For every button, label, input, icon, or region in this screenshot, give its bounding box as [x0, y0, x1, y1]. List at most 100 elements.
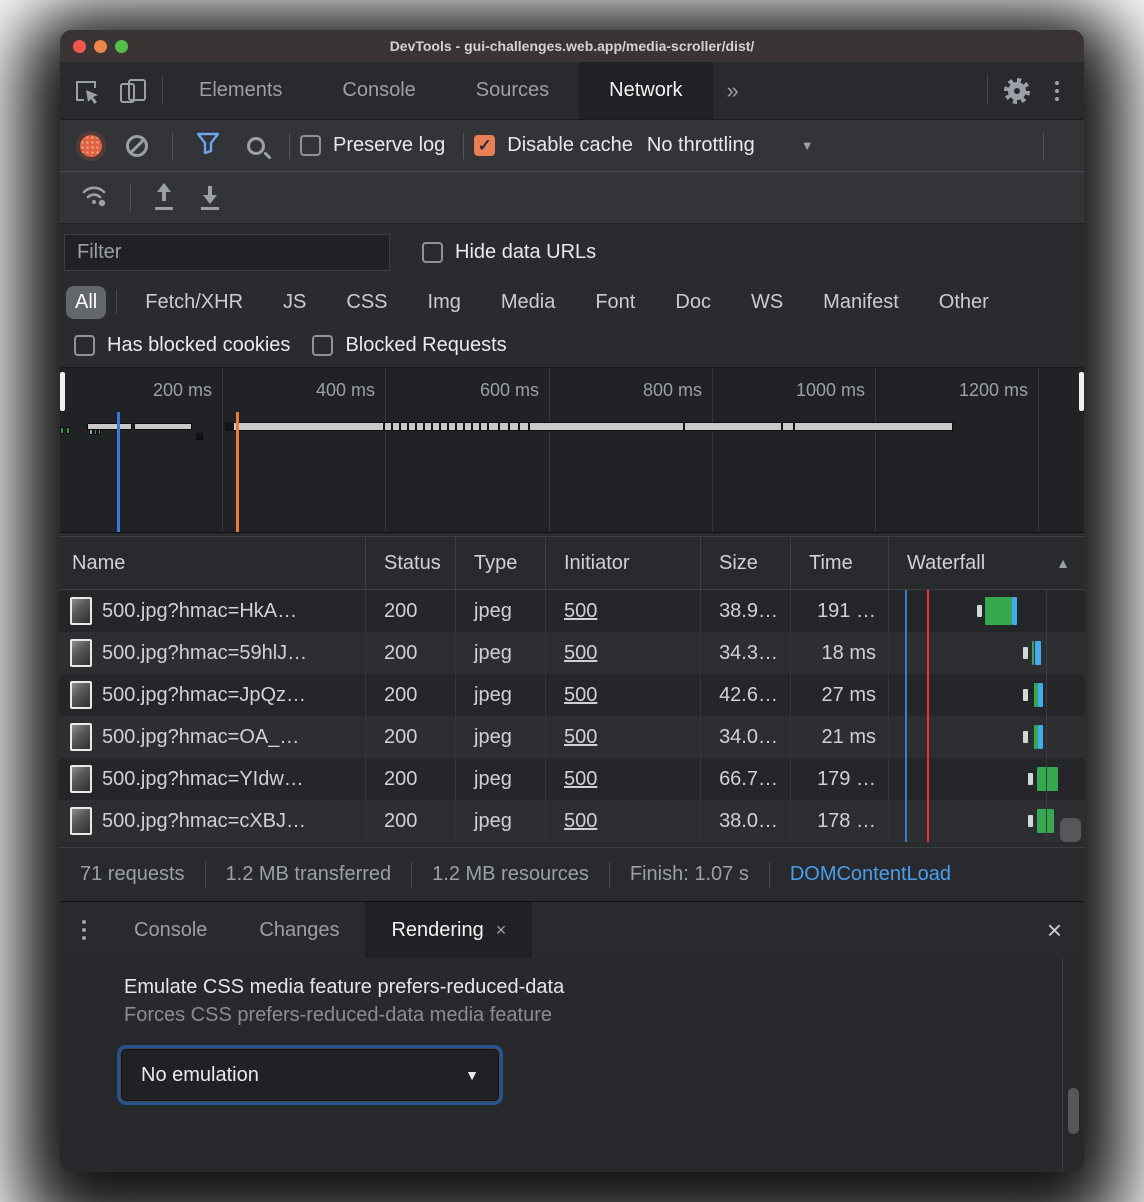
overview-bar-tick — [431, 422, 433, 431]
dcl-line — [117, 412, 120, 532]
customize-menu-icon[interactable] — [1040, 62, 1074, 119]
rendering-scrollbar-thumb[interactable] — [1068, 1088, 1079, 1134]
tab-sources[interactable]: Sources — [446, 62, 579, 119]
request-name[interactable]: 500.jpg?hmac=59hlJ… — [102, 642, 307, 665]
column-header-name[interactable]: Name — [60, 537, 365, 589]
column-header-waterfall[interactable]: Waterfall▲ — [888, 537, 1084, 589]
close-tab-icon[interactable]: × — [496, 920, 507, 941]
overview-left-handle[interactable] — [60, 372, 65, 411]
initiator-link[interactable]: 500 — [564, 768, 597, 791]
column-header-size[interactable]: Size — [700, 537, 790, 589]
hide-data-urls-checkbox[interactable] — [422, 242, 443, 263]
drawer-tab-rendering[interactable]: Rendering× — [365, 902, 532, 958]
import-har-icon[interactable] — [153, 186, 175, 210]
drawer-close-icon[interactable]: × — [1025, 902, 1084, 958]
request-row[interactable]: 500.jpg?hmac=YIdw…200jpeg50066.7…179 … — [60, 758, 1084, 800]
request-name[interactable]: 500.jpg?hmac=JpQz… — [102, 684, 306, 707]
dom-content-loaded-stat[interactable]: DOMContentLoad — [790, 863, 951, 886]
waterfall-bar — [1035, 641, 1041, 665]
network-conditions-icon[interactable] — [80, 182, 110, 213]
request-row[interactable]: 500.jpg?hmac=59hlJ…200jpeg50034.3…18 ms — [60, 632, 1084, 674]
main-tabs: ElementsConsoleSourcesNetwork — [169, 62, 713, 119]
column-header-initiator[interactable]: Initiator — [545, 537, 700, 589]
divider — [162, 76, 163, 105]
minimize-window-button[interactable] — [94, 40, 107, 53]
type-filter-manifest[interactable]: Manifest — [814, 286, 908, 319]
overview-right-handle[interactable] — [1079, 372, 1084, 411]
request-name[interactable]: 500.jpg?hmac=HkA… — [102, 600, 297, 623]
drawer-tab-console[interactable]: Console — [108, 902, 233, 958]
request-name[interactable]: 500.jpg?hmac=YIdw… — [102, 768, 304, 791]
type-filter-ws[interactable]: WS — [742, 286, 792, 319]
initiator-link[interactable]: 500 — [564, 600, 597, 623]
settings-gear-icon[interactable] — [994, 62, 1040, 119]
request-status-cell: 200 — [365, 632, 455, 674]
type-filter-media[interactable]: Media — [492, 286, 564, 319]
close-window-button[interactable] — [73, 40, 86, 53]
initiator-link[interactable]: 500 — [564, 684, 597, 707]
drawer-menu-icon[interactable] — [60, 902, 108, 958]
device-toolbar-icon[interactable] — [110, 62, 156, 119]
request-row[interactable]: 500.jpg?hmac=cXBJ…200jpeg50038.0…178 … — [60, 800, 1084, 842]
search-network-icon[interactable] — [247, 137, 265, 155]
type-filter-all[interactable]: All — [66, 286, 106, 319]
waterfall-queue-tick — [1023, 689, 1028, 701]
type-filter-fetchxhr[interactable]: Fetch/XHR — [136, 286, 252, 319]
column-header-type[interactable]: Type — [455, 537, 545, 589]
overview-square — [66, 427, 70, 434]
initiator-link[interactable]: 500 — [564, 810, 597, 833]
request-time-cell: 179 … — [790, 758, 888, 800]
request-name-cell[interactable]: 500.jpg?hmac=HkA… — [60, 590, 365, 632]
clear-network-log-icon[interactable] — [126, 135, 148, 157]
overview-bar-tick — [463, 422, 465, 431]
record-network-log-button[interactable] — [80, 135, 102, 157]
overview-tick-label: 600 ms — [439, 380, 539, 401]
column-header-time[interactable]: Time — [790, 537, 888, 589]
network-overview-timeline[interactable]: 200 ms400 ms600 ms800 ms1000 ms1200 ms — [60, 368, 1084, 533]
window-title: DevTools - gui-challenges.web.app/media-… — [390, 38, 755, 54]
zoom-window-button[interactable] — [115, 40, 128, 53]
has-blocked-cookies-checkbox[interactable] — [74, 335, 95, 356]
tab-network[interactable]: Network — [579, 62, 712, 119]
rendering-scrollbar-track[interactable] — [1062, 958, 1084, 1172]
filter-input[interactable] — [64, 234, 390, 271]
column-header-status[interactable]: Status — [365, 537, 455, 589]
request-name-cell[interactable]: 500.jpg?hmac=cXBJ… — [60, 800, 365, 842]
waterfall-cell — [888, 632, 1084, 674]
type-filter-doc[interactable]: Doc — [666, 286, 720, 319]
request-name-cell[interactable]: 500.jpg?hmac=YIdw… — [60, 758, 365, 800]
request-name-cell[interactable]: 500.jpg?hmac=OA_… — [60, 716, 365, 758]
throttling-select[interactable]: No throttling ▼ — [647, 134, 814, 157]
drawer-tab-changes[interactable]: Changes — [233, 902, 365, 958]
request-name[interactable]: 500.jpg?hmac=cXBJ… — [102, 810, 306, 833]
waterfall-bar — [1012, 597, 1017, 625]
table-scrollbar-thumb[interactable] — [1060, 818, 1081, 842]
filter-funnel-icon[interactable] — [195, 130, 221, 161]
hide-data-urls-label: Hide data URLs — [455, 241, 596, 264]
emulation-select[interactable]: No emulation ▼ — [120, 1048, 500, 1102]
tab-elements[interactable]: Elements — [169, 62, 312, 119]
image-thumbnail — [70, 807, 92, 835]
export-har-icon[interactable] — [199, 186, 221, 210]
type-filter-font[interactable]: Font — [586, 286, 644, 319]
tab-console[interactable]: Console — [312, 62, 445, 119]
type-filter-img[interactable]: Img — [419, 286, 470, 319]
request-name-cell[interactable]: 500.jpg?hmac=59hlJ… — [60, 632, 365, 674]
preserve-log-checkbox[interactable] — [300, 135, 321, 156]
initiator-link[interactable]: 500 — [564, 726, 597, 749]
disable-cache-checkbox[interactable]: ✓ — [474, 135, 495, 156]
request-name[interactable]: 500.jpg?hmac=OA_… — [102, 726, 299, 749]
type-filter-js[interactable]: JS — [274, 286, 315, 319]
request-row[interactable]: 500.jpg?hmac=HkA…200jpeg50038.9…191 … — [60, 590, 1084, 632]
request-row[interactable]: 500.jpg?hmac=OA_…200jpeg50034.0…21 ms — [60, 716, 1084, 758]
request-row[interactable]: 500.jpg?hmac=JpQz…200jpeg50042.6…27 ms — [60, 674, 1084, 716]
blocked-requests-checkbox[interactable] — [312, 335, 333, 356]
inspect-element-icon[interactable] — [64, 62, 110, 119]
request-type-cell: jpeg — [455, 674, 545, 716]
request-name-cell[interactable]: 500.jpg?hmac=JpQz… — [60, 674, 365, 716]
overview-tick-label: 400 ms — [275, 380, 375, 401]
initiator-link[interactable]: 500 — [564, 642, 597, 665]
type-filter-css[interactable]: CSS — [337, 286, 396, 319]
type-filter-other[interactable]: Other — [930, 286, 998, 319]
more-tabs-icon[interactable]: » — [713, 62, 753, 119]
